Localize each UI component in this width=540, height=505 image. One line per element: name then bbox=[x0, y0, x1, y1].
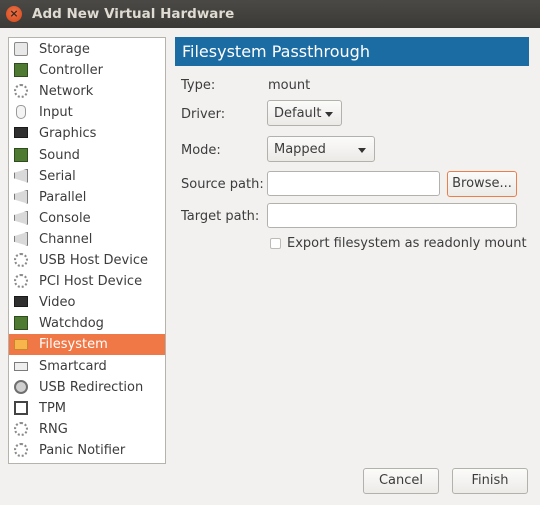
sidebar-item-label: TPM bbox=[39, 400, 66, 416]
section-title: Filesystem Passthrough bbox=[182, 42, 370, 61]
sidebar-item-filesystem[interactable]: Filesystem bbox=[9, 334, 165, 356]
driver-dropdown-value: Default bbox=[274, 106, 322, 121]
type-value: mount bbox=[268, 78, 311, 93]
serial-port-icon bbox=[14, 168, 28, 183]
sidebar-item-label: Parallel bbox=[39, 189, 87, 205]
driver-label: Driver: bbox=[181, 107, 226, 122]
smartcard-icon bbox=[14, 361, 28, 371]
parallel-port-icon bbox=[14, 189, 28, 204]
sidebar-item-smartcard[interactable]: Smartcard bbox=[9, 356, 165, 377]
sidebar-item-label: USB Redirection bbox=[39, 379, 144, 395]
sidebar-item-label: Console bbox=[39, 210, 91, 226]
sidebar-item-controller[interactable]: Controller bbox=[9, 60, 165, 81]
sidebar-item-pci-host-device[interactable]: PCI Host Device bbox=[9, 271, 165, 292]
sidebar-item-input[interactable]: Input bbox=[9, 102, 165, 123]
sidebar-item-label: Channel bbox=[39, 231, 93, 247]
cancel-button[interactable]: Cancel bbox=[363, 468, 439, 494]
sidebar-item-storage[interactable]: Storage bbox=[9, 39, 165, 60]
sidebar-item-label: Network bbox=[39, 84, 94, 100]
usb-device-icon bbox=[14, 253, 28, 267]
console-port-icon bbox=[14, 210, 28, 225]
chip-icon bbox=[14, 63, 28, 78]
target-path-label: Target path: bbox=[181, 209, 260, 224]
mode-dropdown[interactable]: Mapped bbox=[267, 136, 375, 162]
watchdog-icon bbox=[14, 316, 28, 331]
sidebar-item-channel[interactable]: Channel bbox=[9, 229, 165, 250]
sidebar-item-label: RNG bbox=[39, 421, 68, 437]
source-path-input[interactable] bbox=[267, 171, 440, 196]
add-hardware-dialog: × Add New Virtual Hardware Storage Contro… bbox=[0, 0, 540, 505]
target-path-input[interactable] bbox=[267, 203, 517, 228]
finish-button[interactable]: Finish bbox=[452, 468, 528, 494]
sidebar-item-usb-host-device[interactable]: USB Host Device bbox=[9, 250, 165, 271]
sidebar-item-label: Watchdog bbox=[39, 316, 104, 332]
dropdown-arrow-icon bbox=[358, 148, 366, 153]
pci-device-icon bbox=[14, 274, 28, 289]
sidebar-item-watchdog[interactable]: Watchdog bbox=[9, 313, 165, 334]
sidebar-item-tpm[interactable]: TPM bbox=[9, 398, 165, 419]
monitor-icon bbox=[14, 127, 28, 139]
tpm-icon bbox=[14, 400, 28, 415]
section-header: Filesystem Passthrough bbox=[175, 37, 529, 66]
window-title: Add New Virtual Hardware bbox=[32, 6, 235, 22]
sidebar-item-panic-notifier[interactable]: Panic Notifier bbox=[9, 440, 165, 461]
video-monitor-icon bbox=[14, 296, 28, 308]
sidebar-item-label: Filesystem bbox=[39, 337, 108, 353]
channel-port-icon bbox=[14, 231, 28, 246]
sidebar-item-label: Serial bbox=[39, 168, 76, 184]
network-icon bbox=[14, 84, 28, 99]
sidebar-item-serial[interactable]: Serial bbox=[9, 166, 165, 187]
sidebar-item-label: USB Host Device bbox=[39, 253, 149, 268]
folder-icon bbox=[14, 339, 28, 351]
sidebar-item-label: PCI Host Device bbox=[39, 274, 143, 290]
title-bar: × Add New Virtual Hardware bbox=[0, 0, 540, 28]
sidebar-item-usb-redirection[interactable]: USB Redirection bbox=[9, 377, 165, 398]
sidebar-item-graphics[interactable]: Graphics bbox=[9, 123, 165, 144]
mode-label: Mode: bbox=[181, 143, 221, 158]
sidebar-item-label: Video bbox=[39, 295, 76, 311]
driver-dropdown[interactable]: Default bbox=[267, 100, 342, 126]
hardware-type-list[interactable]: Storage Controller Network Input Graphics Sou… bbox=[8, 37, 166, 464]
rng-icon bbox=[14, 421, 28, 436]
sidebar-item-label: Graphics bbox=[39, 126, 97, 142]
mode-dropdown-value: Mapped bbox=[274, 142, 326, 157]
sidebar-item-rng[interactable]: RNG bbox=[9, 419, 165, 440]
hard-disk-icon bbox=[14, 42, 28, 56]
sidebar-item-video[interactable]: Video bbox=[9, 292, 165, 313]
close-icon[interactable]: × bbox=[6, 6, 22, 22]
mouse-icon bbox=[16, 105, 26, 120]
sidebar-item-label: Panic Notifier bbox=[39, 442, 126, 458]
source-path-label: Source path: bbox=[181, 177, 264, 192]
readonly-label[interactable]: Export filesystem as readonly mount bbox=[287, 236, 527, 251]
readonly-checkbox[interactable] bbox=[270, 238, 281, 249]
sidebar-item-label: Input bbox=[39, 105, 73, 121]
sidebar-item-console[interactable]: Console bbox=[9, 208, 165, 229]
sidebar-item-network[interactable]: Network bbox=[9, 81, 165, 102]
sidebar-item-label: Controller bbox=[39, 63, 103, 79]
sidebar-item-label: Storage bbox=[39, 42, 90, 57]
sidebar-item-parallel[interactable]: Parallel bbox=[9, 187, 165, 208]
sidebar-item-label: Sound bbox=[39, 147, 80, 163]
sidebar-item-label: Smartcard bbox=[39, 358, 107, 374]
sound-card-icon bbox=[14, 147, 28, 162]
dropdown-arrow-icon bbox=[325, 112, 333, 117]
panic-notifier-icon bbox=[14, 442, 28, 457]
usb-redirection-icon bbox=[14, 379, 28, 394]
browse-button[interactable]: Browse... bbox=[447, 171, 517, 197]
type-label: Type: bbox=[181, 78, 216, 93]
sidebar-item-sound[interactable]: Sound bbox=[9, 145, 165, 166]
